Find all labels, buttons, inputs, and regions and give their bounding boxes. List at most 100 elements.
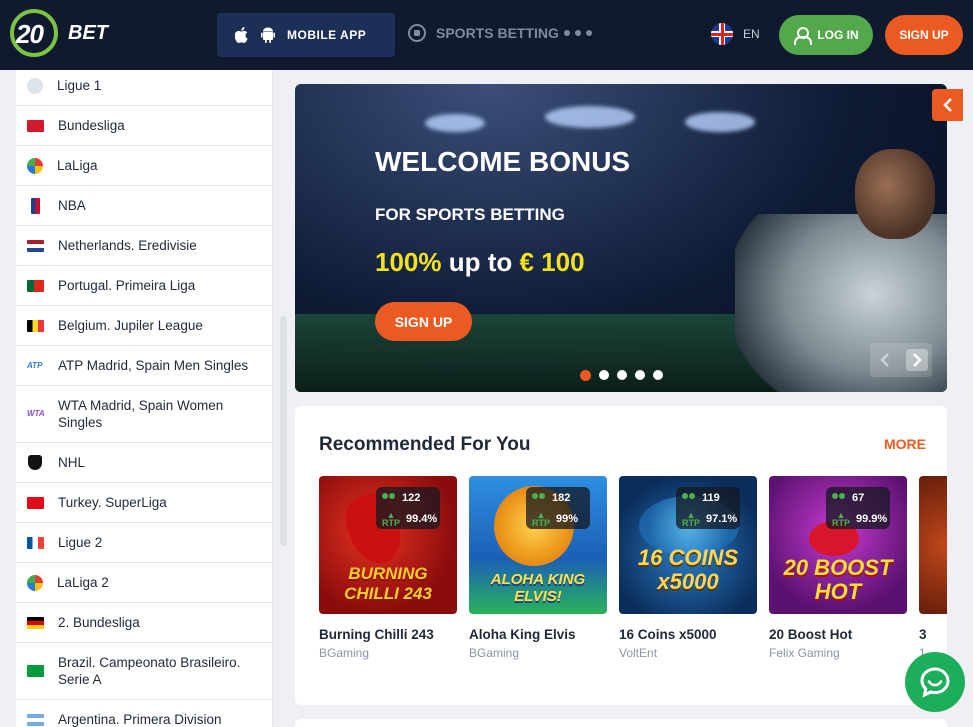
game-provider: VoltEnt: [619, 646, 658, 660]
game-name[interactable]: 3: [919, 627, 947, 642]
top-header: 20 BET MOBILE APP SPORTS BETTING EN LOG …: [0, 0, 973, 70]
sidebar-item-bundesliga2[interactable]: 2. Bundesliga: [16, 603, 272, 643]
sidebar-item-label: LaLiga: [57, 158, 98, 173]
signup-button[interactable]: SIGN UP: [885, 15, 963, 55]
sidebar-item-jupiler[interactable]: Belgium. Jupiler League: [16, 306, 272, 346]
sidebar-item-label: Ligue 1: [57, 78, 102, 93]
france-flag-icon: [27, 536, 44, 549]
nav-sports-betting[interactable]: SPORTS BETTING: [408, 24, 559, 42]
sidebar-item-superliga[interactable]: Turkey. SuperLiga: [16, 483, 272, 523]
netherlands-flag-icon: [27, 239, 44, 252]
sidebar-item-label: Bundesliga: [58, 118, 125, 133]
sidebar-item-nba[interactable]: NBA: [16, 186, 272, 226]
sidebar-item-label: Portugal. Primeira Liga: [58, 278, 196, 293]
sidebar-item-laliga[interactable]: LaLiga: [16, 146, 272, 186]
game-stats: 67 ▲ RTP 99.9%: [826, 487, 890, 529]
banner-title: WELCOME BONUS: [375, 146, 631, 177]
carousel-dots: [580, 370, 663, 381]
rtp-value: 99%: [556, 513, 579, 525]
game-name[interactable]: 16 Coins x5000: [619, 627, 757, 642]
nav-sports-label: SPORTS BETTING: [436, 25, 559, 41]
sidebar-item-eredivisie[interactable]: Netherlands. Eredivisie: [16, 226, 272, 266]
sidebar-scrollbar[interactable]: [280, 316, 287, 546]
offer-mid: up to: [448, 247, 513, 277]
language-selector[interactable]: EN: [711, 23, 760, 45]
sidebar-item-bundesliga[interactable]: Bundesliga: [16, 106, 272, 146]
game-provider: Felix Gaming: [769, 646, 840, 660]
rtp-value: 99.4%: [406, 513, 438, 525]
live-chat-button[interactable]: [905, 652, 965, 712]
site-logo[interactable]: 20 BET: [10, 9, 112, 57]
banner-signup-button[interactable]: SIGN UP: [375, 302, 472, 341]
carousel-dot[interactable]: [580, 370, 591, 381]
ligue1-icon: [27, 77, 43, 94]
sidebar-item-label: 2. Bundesliga: [58, 615, 140, 630]
rtp-value: 99.9%: [856, 513, 888, 525]
game-stats: 122 ▲ RTP 99.4%: [376, 487, 440, 529]
sidebar-item-nhl[interactable]: NHL: [16, 443, 272, 483]
player-head-image: [855, 149, 935, 239]
game-thumbnail[interactable]: 20 BOOST HOT 67 ▲ RTP 99.9%: [769, 476, 907, 614]
nhl-icon: [28, 455, 42, 470]
sidebar-item-atp-madrid[interactable]: ATP ATP Madrid, Spain Men Singles: [16, 346, 272, 386]
sidebar-item-label: Netherlands. Eredivisie: [58, 238, 197, 253]
more-link[interactable]: MORE: [884, 436, 926, 452]
welcome-bonus-banner[interactable]: WELCOME BONUS FOR SPORTS BETTING 100% up…: [295, 84, 947, 392]
argentina-flag-icon: [27, 713, 44, 726]
thumb-title: 20 BOOST HOT: [783, 555, 893, 604]
mobile-app-label: MOBILE APP: [287, 28, 367, 42]
login-button[interactable]: LOG IN: [779, 15, 873, 55]
game-name[interactable]: Burning Chilli 243: [319, 627, 457, 642]
carousel-dot[interactable]: [635, 370, 645, 380]
game-name[interactable]: 20 Boost Hot: [769, 627, 907, 642]
game-thumbnail[interactable]: ALOHA KING ELVIS! 182 ▲ RTP 99%: [469, 476, 607, 614]
rtp-icon: ▲ RTP: [532, 510, 550, 528]
carousel-dot[interactable]: [599, 370, 609, 380]
players-icon: [532, 493, 546, 503]
offer-amount: € 100: [519, 247, 585, 277]
sidebar-item-wta-madrid[interactable]: WTA WTA Madrid, Spain Women Singles: [16, 386, 272, 443]
game-thumbnail[interactable]: 16 COINS x5000 119 ▲ RTP 97.1%: [619, 476, 757, 614]
game-name[interactable]: Aloha King Elvis: [469, 627, 607, 642]
sidebar-item-ligue2[interactable]: Ligue 2: [16, 523, 272, 563]
logo-number: 20: [16, 19, 44, 49]
more-menu-icon[interactable]: [564, 30, 592, 36]
mobile-app-button[interactable]: MOBILE APP: [217, 13, 395, 57]
language-code: EN: [743, 27, 760, 41]
belgium-flag-icon: [27, 319, 44, 332]
sidebar-item-brasileiro[interactable]: Brazil. Campeonato Brasileiro. Serie A: [16, 643, 272, 700]
sidebar-item-ligue1[interactable]: Ligue 1: [16, 70, 272, 106]
game-stats: 182 ▲ RTP 99%: [526, 487, 590, 529]
next-arrow-icon[interactable]: [906, 349, 928, 371]
atp-icon: ATP: [27, 360, 43, 370]
turkey-flag-icon: [27, 496, 44, 509]
stadium-light: [685, 112, 755, 132]
game-thumbnail[interactable]: [919, 476, 947, 614]
game-provider: BGaming: [469, 646, 520, 660]
android-icon: [261, 27, 275, 43]
collapse-panel-button[interactable]: [932, 89, 963, 121]
rtp-value: 97.1%: [706, 513, 738, 525]
game-stats: 119 ▲ RTP 97.1%: [676, 487, 740, 529]
game-card[interactable]: 20 BOOST HOT 67 ▲ RTP 99.9% 20 Boost Hot F…: [769, 476, 907, 660]
prev-arrow-icon[interactable]: [874, 349, 896, 371]
players-icon: [832, 493, 846, 503]
sidebar-item-laliga2[interactable]: LaLiga 2: [16, 563, 272, 603]
sidebar-item-label: WTA Madrid, Spain Women Singles: [58, 398, 224, 430]
game-card[interactable]: ALOHA KING ELVIS! 182 ▲ RTP 99% Aloha King…: [469, 476, 607, 660]
league-sidebar: Ligue 1 Bundesliga LaLiga NBA Netherland…: [16, 70, 273, 727]
carousel-dot[interactable]: [653, 370, 663, 380]
apple-icon: [235, 27, 249, 43]
stadium-light: [545, 106, 635, 128]
sidebar-item-primeira-liga[interactable]: Portugal. Primeira Liga: [16, 266, 272, 306]
offer-percent: 100%: [375, 247, 442, 277]
sidebar-item-label: ATP Madrid, Spain Men Singles: [58, 358, 249, 373]
recommended-section: Recommended For You MORE BURNING CHILLI …: [295, 406, 947, 705]
sidebar-item-argentina[interactable]: Argentina. Primera Division: [16, 700, 272, 727]
game-card[interactable]: BURNING CHILLI 243 122 ▲ RTP 99.4% Burning…: [319, 476, 457, 660]
game-card[interactable]: 16 COINS x5000 119 ▲ RTP 97.1% 16 Coins x5…: [619, 476, 757, 660]
sidebar-item-label: LaLiga 2: [57, 575, 109, 590]
game-thumbnail[interactable]: BURNING CHILLI 243 122 ▲ RTP 99.4%: [319, 476, 457, 614]
game-card[interactable]: 3 1: [919, 476, 947, 660]
carousel-dot[interactable]: [617, 370, 627, 380]
